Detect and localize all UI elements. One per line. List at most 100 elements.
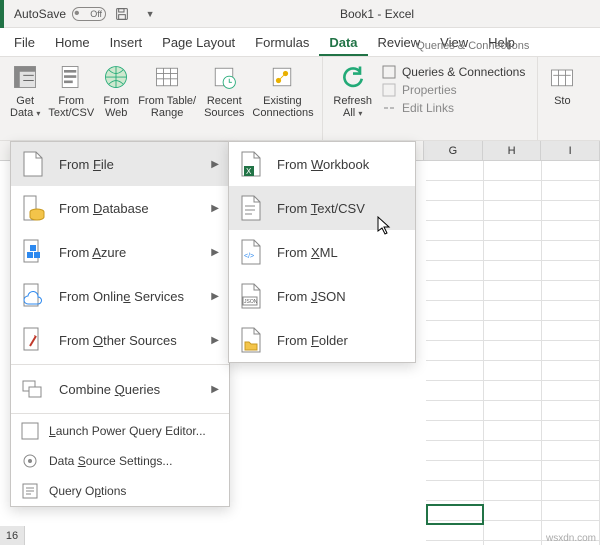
tab-formulas[interactable]: Formulas bbox=[245, 31, 319, 56]
cloud-icon bbox=[21, 282, 45, 310]
tab-pagelayout[interactable]: Page Layout bbox=[152, 31, 245, 56]
save-icon[interactable] bbox=[110, 2, 134, 26]
svg-text:</>: </> bbox=[244, 253, 254, 260]
refresh-all-button[interactable]: Refresh All ▾ bbox=[329, 61, 376, 133]
menu-from-online-services[interactable]: From Online Services ▶ bbox=[11, 274, 229, 318]
menu-from-other-sources-label: From Other Sources bbox=[59, 333, 177, 348]
ribbon: Get Data ▾ From Text/CSV From Web From T… bbox=[0, 57, 600, 141]
json-file-icon: JSON bbox=[239, 282, 263, 310]
menu-from-database[interactable]: From Database ▶ bbox=[11, 186, 229, 230]
spreadsheet-area[interactable]: G H I 16 From File ▶ From Database ▶ Fro… bbox=[0, 141, 600, 545]
submenu-from-textcsv[interactable]: From Text/CSV bbox=[229, 186, 415, 230]
tab-home[interactable]: Home bbox=[45, 31, 100, 56]
table-icon bbox=[153, 63, 181, 91]
get-data-menu: From File ▶ From Database ▶ From Azure ▶… bbox=[10, 141, 230, 507]
textcsv-icon bbox=[57, 63, 85, 91]
queries-connections-label: Queries & Connections bbox=[402, 65, 525, 79]
menu-data-source-settings[interactable]: Data Source Settings... bbox=[11, 446, 229, 476]
col-header-i[interactable]: I bbox=[541, 141, 600, 161]
submenu-from-folder-label: From Folder bbox=[277, 333, 348, 348]
pq-editor-icon bbox=[21, 422, 39, 440]
properties-button[interactable]: Properties bbox=[382, 83, 525, 97]
col-header-h[interactable]: H bbox=[483, 141, 542, 161]
from-table-range-button[interactable]: From Table/ Range bbox=[134, 61, 200, 133]
from-file-submenu: X From Workbook From Text/CSV </> From X… bbox=[228, 141, 416, 363]
stocks-button[interactable]: Sto bbox=[544, 61, 580, 133]
autosave-toggle[interactable]: Off bbox=[72, 7, 106, 21]
menu-launch-power-query[interactable]: Launch Power Query Editor... bbox=[11, 416, 229, 446]
submenu-from-json[interactable]: JSON From JSON bbox=[229, 274, 415, 318]
chevron-right-icon: ▶ bbox=[211, 247, 219, 258]
from-textcsv-label: From Text/CSV bbox=[48, 95, 94, 119]
submenu-from-json-label: From JSON bbox=[277, 289, 346, 304]
menu-from-file-label: From File bbox=[59, 157, 114, 172]
edit-links-icon bbox=[382, 101, 396, 115]
col-header-g[interactable]: G bbox=[424, 141, 483, 161]
ribbon-group-queries: Refresh All ▾ Queries & Connections Prop… bbox=[323, 57, 538, 140]
xml-file-icon: </> bbox=[239, 238, 263, 266]
menu-launch-power-query-label: Launch Power Query Editor... bbox=[49, 424, 206, 438]
chevron-right-icon: ▶ bbox=[211, 159, 219, 170]
menu-from-azure-label: From Azure bbox=[59, 245, 126, 260]
from-web-label: From Web bbox=[103, 95, 129, 119]
refresh-icon bbox=[339, 63, 367, 91]
chevron-right-icon: ▶ bbox=[211, 203, 219, 214]
menu-query-options[interactable]: Query Options bbox=[11, 476, 229, 506]
svg-text:X: X bbox=[246, 167, 252, 176]
from-table-range-label: From Table/ Range bbox=[138, 95, 196, 119]
menu-combine-queries[interactable]: Combine Queries ▶ bbox=[11, 367, 229, 411]
database-icon bbox=[21, 194, 45, 222]
tab-insert[interactable]: Insert bbox=[100, 31, 153, 56]
edit-links-button[interactable]: Edit Links bbox=[382, 101, 525, 115]
folder-file-icon bbox=[239, 326, 263, 354]
submenu-from-workbook[interactable]: X From Workbook bbox=[229, 142, 415, 186]
tab-data[interactable]: Data bbox=[319, 31, 367, 56]
submenu-from-workbook-label: From Workbook bbox=[277, 157, 369, 172]
recent-sources-button[interactable]: Recent Sources bbox=[200, 61, 248, 133]
queries-subitems: Queries & Connections Properties Edit Li… bbox=[376, 61, 531, 119]
queries-connections-icon bbox=[382, 65, 396, 79]
menu-combine-queries-label: Combine Queries bbox=[59, 382, 160, 397]
file-icon bbox=[21, 150, 45, 178]
submenu-from-xml[interactable]: </> From XML bbox=[229, 230, 415, 274]
existing-connections-label: Existing Connections bbox=[252, 95, 312, 119]
chevron-right-icon: ▶ bbox=[211, 291, 219, 302]
properties-label: Properties bbox=[402, 83, 457, 97]
autosave-label: AutoSave bbox=[14, 7, 66, 21]
submenu-from-folder[interactable]: From Folder bbox=[229, 318, 415, 362]
existing-connections-button[interactable]: Existing Connections bbox=[248, 61, 316, 133]
azure-icon bbox=[21, 238, 45, 266]
chevron-right-icon: ▶ bbox=[211, 384, 219, 395]
menu-from-database-label: From Database bbox=[59, 201, 149, 216]
globe-icon bbox=[102, 63, 130, 91]
title-bar: AutoSave Off ▼ Book1 - Excel bbox=[0, 0, 600, 28]
app-accent-strip bbox=[0, 0, 4, 28]
menu-separator bbox=[11, 364, 229, 365]
menu-from-azure[interactable]: From Azure ▶ bbox=[11, 230, 229, 274]
other-sources-icon bbox=[21, 326, 45, 354]
ribbon-group-datatypes: Sto bbox=[538, 57, 586, 140]
menu-from-other-sources[interactable]: From Other Sources ▶ bbox=[11, 318, 229, 362]
chevron-right-icon: ▶ bbox=[211, 335, 219, 346]
from-textcsv-button[interactable]: From Text/CSV bbox=[44, 61, 98, 133]
combine-icon bbox=[21, 375, 45, 403]
group-caption-queries: Queries & Connections bbox=[416, 40, 529, 52]
watermark: wsxdn.com bbox=[546, 533, 596, 544]
menu-query-options-label: Query Options bbox=[49, 484, 126, 498]
menu-from-file[interactable]: From File ▶ bbox=[11, 142, 229, 186]
submenu-from-xml-label: From XML bbox=[277, 245, 338, 260]
qat-dropdown-icon[interactable]: ▼ bbox=[138, 2, 162, 26]
queries-and-connections-button[interactable]: Queries & Connections bbox=[382, 65, 525, 79]
submenu-from-textcsv-label: From Text/CSV bbox=[277, 201, 365, 216]
menu-separator bbox=[11, 413, 229, 414]
document-title: Book1 - Excel bbox=[162, 7, 592, 21]
connections-icon bbox=[268, 63, 296, 91]
get-data-button[interactable]: Get Data ▾ bbox=[6, 61, 44, 133]
from-web-button[interactable]: From Web bbox=[98, 61, 134, 133]
refresh-all-label: Refresh All ▾ bbox=[333, 95, 372, 120]
menu-data-source-settings-label: Data Source Settings... bbox=[49, 454, 172, 468]
query-options-icon bbox=[21, 482, 39, 500]
workbook-icon: X bbox=[239, 150, 263, 178]
tab-file[interactable]: File bbox=[4, 31, 45, 56]
row-header-16[interactable]: 16 bbox=[0, 526, 25, 545]
